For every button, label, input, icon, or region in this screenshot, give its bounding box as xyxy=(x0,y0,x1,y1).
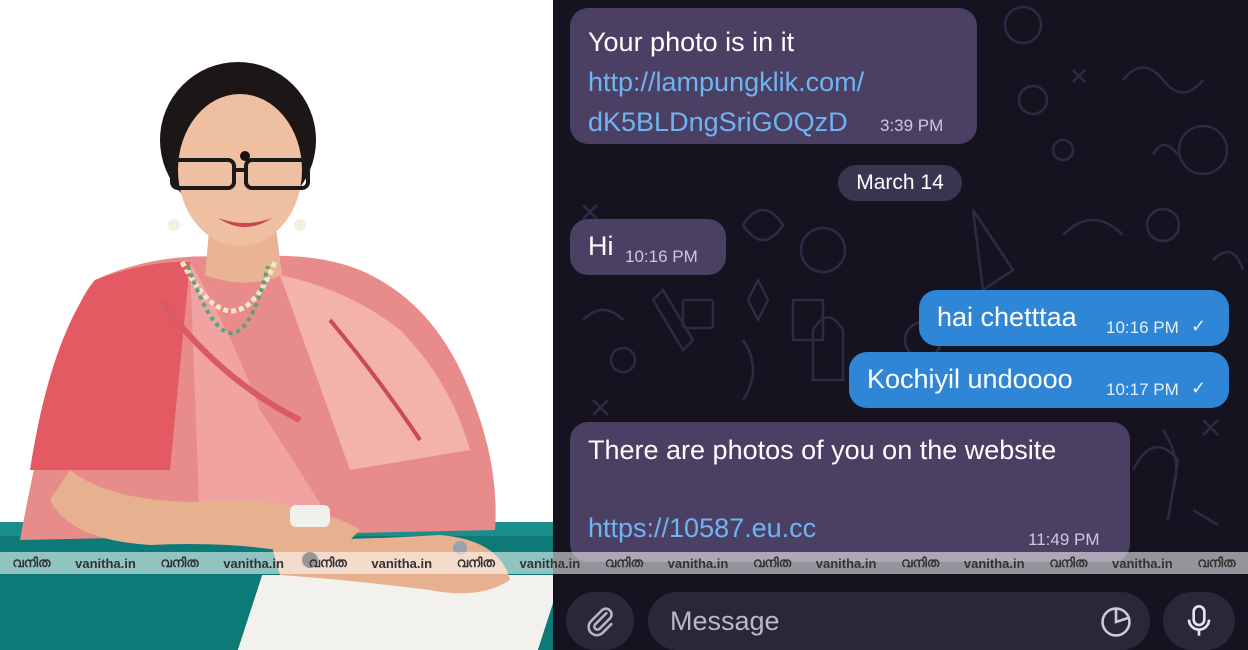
sent-check-icon: ✓ xyxy=(1191,316,1207,336)
watermark-logo: വനിത xyxy=(1049,555,1088,570)
sticker-button[interactable] xyxy=(1098,604,1134,640)
watermark-logo: വനിത xyxy=(12,555,51,570)
paperclip-icon xyxy=(587,607,613,637)
watermark-logo: വനിത xyxy=(1197,555,1236,570)
watermark-logo: വനിത xyxy=(901,555,940,570)
watermark-site: vanitha.in xyxy=(963,555,1025,571)
watermark-site: vanitha.in xyxy=(667,555,729,571)
message-bubble-incoming[interactable]: Your photo is in it http://lampungklik.c… xyxy=(570,8,977,144)
watermark-strip: വനിത vanitha.in വനിത vanitha.in വനിത van… xyxy=(0,552,1248,574)
message-bubble-incoming[interactable]: There are photos of you on the website h… xyxy=(570,422,1130,562)
message-link[interactable]: http://lampungklik.com/ xyxy=(588,64,864,101)
message-timestamp: 10:16 PM xyxy=(625,247,698,266)
message-timestamp: 11:49 PM xyxy=(1028,530,1100,549)
watermark-site: vanitha.in xyxy=(815,555,877,571)
watermark-logo: വനിത xyxy=(160,555,199,570)
microphone-icon xyxy=(1187,605,1211,636)
watermark-site: vanitha.in xyxy=(371,555,433,571)
message-bubble-incoming[interactable]: Hi 10:16 PM xyxy=(570,219,726,275)
message-link[interactable]: https://10587.eu.cc xyxy=(588,510,816,547)
watermark-logo: വനിത xyxy=(456,555,495,570)
message-timestamp: 10:16 PM xyxy=(1106,318,1179,337)
message-text: hai chetttaa xyxy=(937,302,1077,332)
date-separator: March 14 xyxy=(838,165,962,201)
watermark-site: vanitha.in xyxy=(75,555,136,571)
watermark-logo: വനിത xyxy=(308,555,347,570)
sticker-icon xyxy=(1101,607,1131,637)
voice-message-button[interactable] xyxy=(1163,592,1235,650)
message-text: Kochiyil undoooo xyxy=(867,364,1073,394)
message-text: There are photos of you on the website xyxy=(588,435,1057,465)
message-timestamp: 10:17 PM xyxy=(1106,380,1179,399)
message-bubble-outgoing[interactable]: hai chetttaa 10:16 PM ✓ xyxy=(919,290,1229,346)
sent-check-icon: ✓ xyxy=(1191,378,1207,398)
message-text: Your photo is in it xyxy=(588,27,795,57)
message-input[interactable] xyxy=(648,592,1150,650)
message-bubble-outgoing[interactable]: Kochiyil undoooo 10:17 PM ✓ xyxy=(849,352,1229,408)
attach-button[interactable] xyxy=(566,592,634,650)
watermark-site: vanitha.in xyxy=(223,555,284,571)
watermark-site: vanitha.in xyxy=(1112,555,1173,571)
watermark-site: vanitha.in xyxy=(519,555,581,571)
message-text: Hi xyxy=(588,231,614,261)
watermark-logo: വനിത xyxy=(752,555,792,570)
watermark-logo: വനിത xyxy=(604,555,643,570)
message-timestamp: 3:39 PM xyxy=(880,116,944,135)
message-link[interactable]: dK5BLDngSriGOQzD xyxy=(588,104,848,141)
